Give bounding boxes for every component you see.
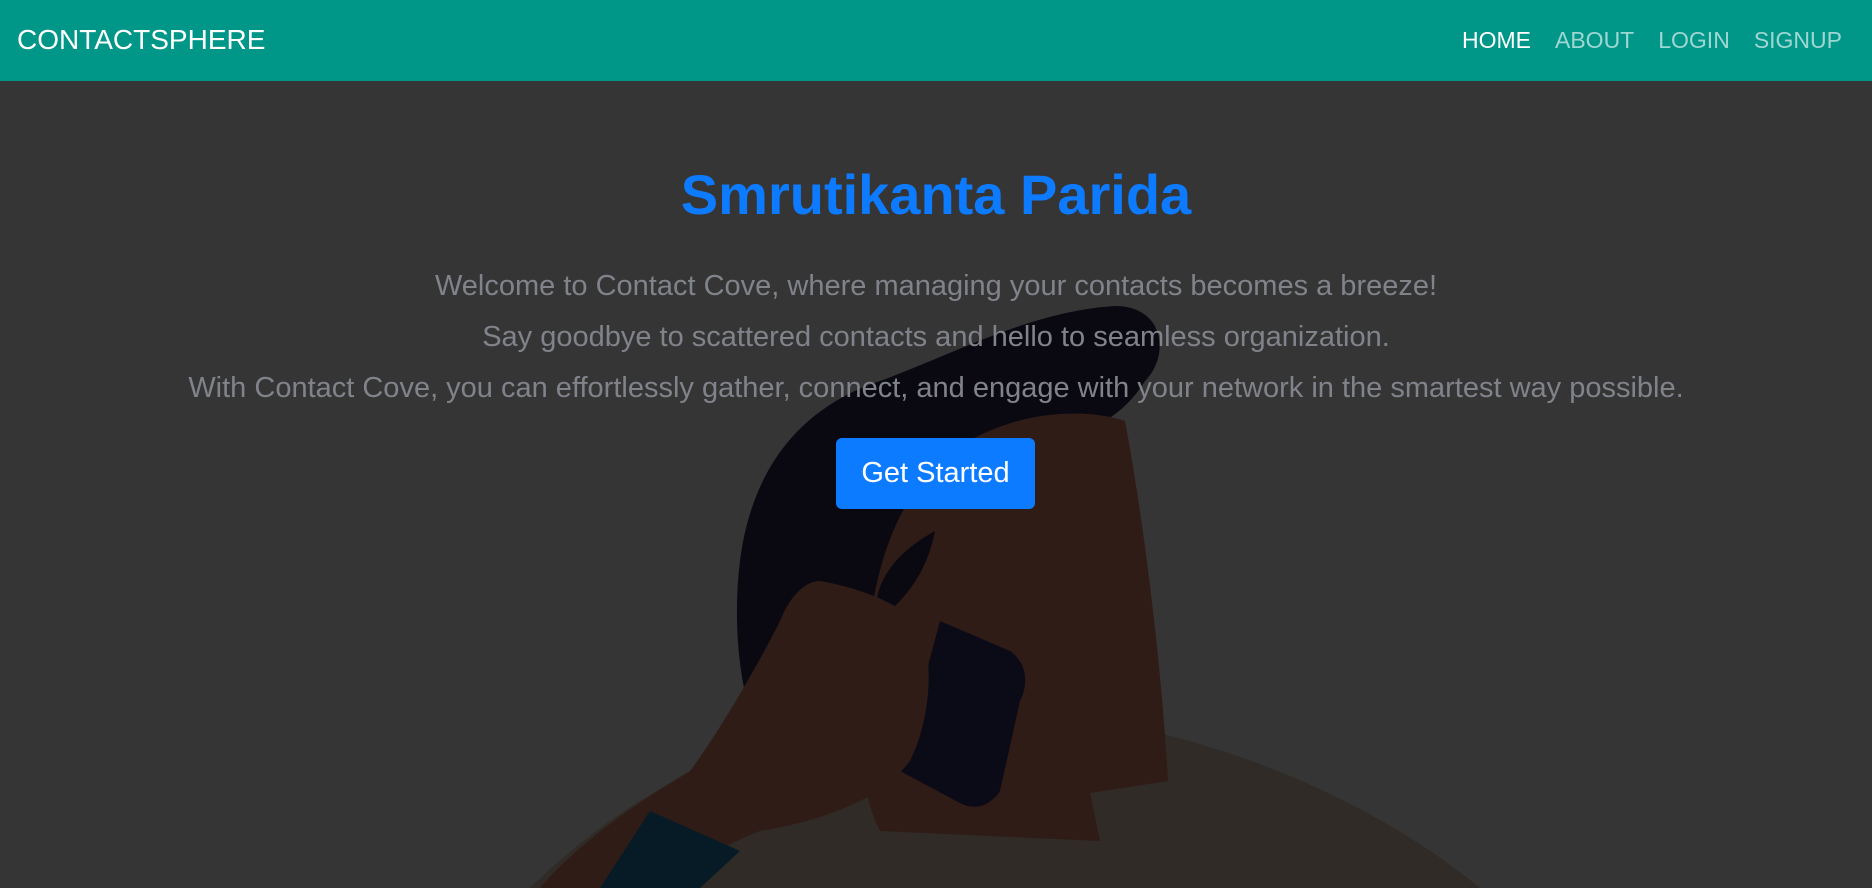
hero-lead: Welcome to Contact Cove, where managing … — [0, 261, 1872, 414]
nav-link-about[interactable]: ABOUT — [1555, 22, 1634, 58]
brand-logo[interactable]: CONTACTSPHERE — [17, 22, 265, 58]
nav-link-home[interactable]: HOME — [1462, 22, 1531, 58]
hero-title: Smrutikanta Parida — [680, 163, 1192, 226]
navbar: CONTACTSPHERE HOME ABOUT LOGIN SIGNUP — [0, 0, 1872, 81]
nav-link-signup[interactable]: SIGNUP — [1754, 22, 1842, 58]
lead-line-3: With Contact Cove, you can effortlessly … — [188, 372, 1684, 404]
nav-links: HOME ABOUT LOGIN SIGNUP — [1462, 22, 1842, 58]
get-started-button[interactable]: Get Started — [836, 438, 1035, 509]
lead-line-1: Welcome to Contact Cove, where managing … — [434, 270, 1438, 302]
hero-section: Smrutikanta Parida Welcome to Contact Co… — [0, 81, 1872, 888]
nav-link-login[interactable]: LOGIN — [1658, 22, 1730, 58]
lead-line-2: Say goodbye to scattered contacts and he… — [482, 321, 1390, 353]
